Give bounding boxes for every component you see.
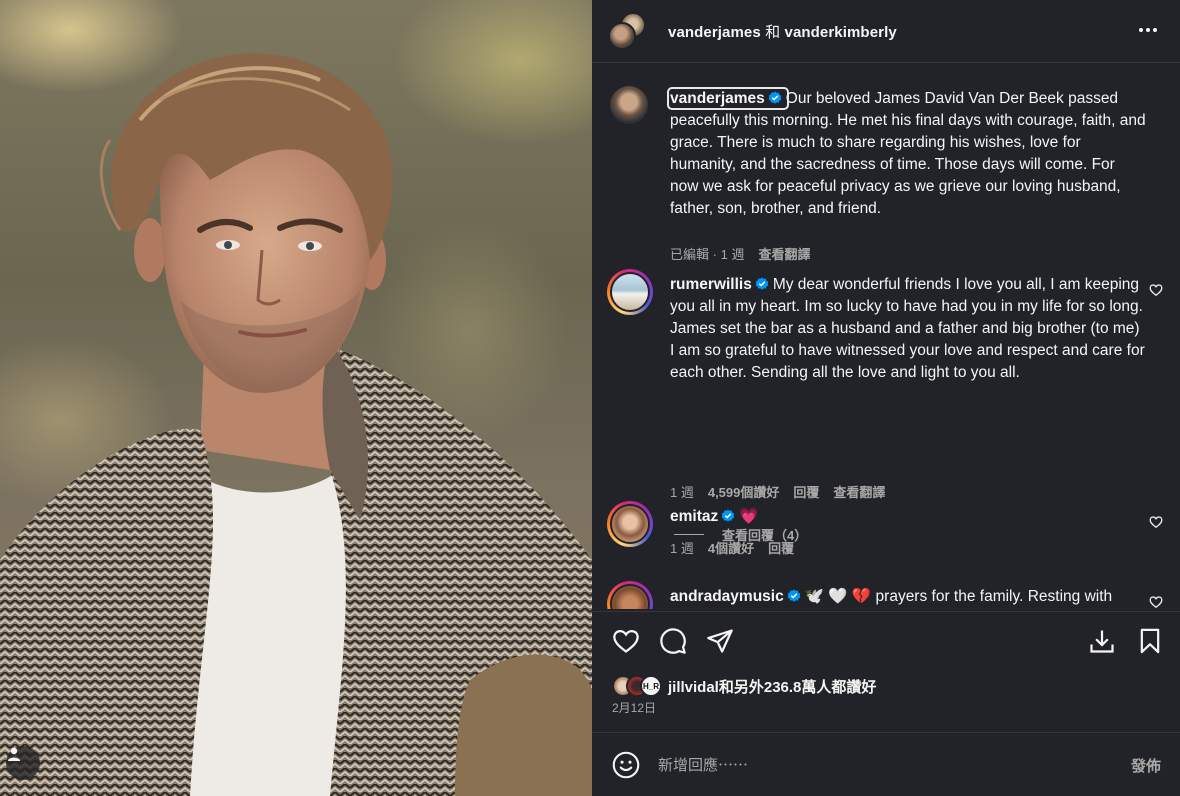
caption-text: Our beloved James David Van Der Beek pas… <box>670 90 1146 217</box>
translate-link[interactable]: 查看翻譯 <box>833 482 885 501</box>
post-header: vanderjames 和 vanderkimberly <box>592 0 1180 63</box>
comment-text-block: rumerwillis My dear wonderful friends I l… <box>670 274 1146 384</box>
comment-text-block: emitaz 💗 <box>670 506 1146 528</box>
comment-age: 1 週 <box>670 485 694 500</box>
verified-icon <box>721 509 735 522</box>
translate-link[interactable]: 查看翻譯 <box>758 244 810 263</box>
comment-username[interactable]: rumerwillis <box>670 276 752 293</box>
author-link-1[interactable]: vanderjames <box>668 24 761 41</box>
caption-edited-time: 已編輯 · 1 週 <box>670 247 745 262</box>
likes-text[interactable]: jillvidal和另外236.8萬人都讚好 <box>668 676 876 697</box>
comment-text: 💗 <box>739 508 759 525</box>
caption-username[interactable]: vanderjames <box>667 87 789 110</box>
avatar[interactable] <box>607 501 653 547</box>
bookmark-icon[interactable] <box>1136 627 1164 655</box>
action-bar <box>592 611 1180 669</box>
author-link-2[interactable]: vanderkimberly <box>785 24 897 41</box>
download-icon[interactable] <box>1088 627 1116 655</box>
comment-composer: 發佈 <box>592 732 1180 796</box>
like-comment-heart-icon[interactable] <box>1149 595 1163 609</box>
reply-button[interactable]: 回覆 <box>793 482 819 501</box>
comment-row: andradaymusic 🕊️ 🤍 💔 prayers for the fami… <box>592 580 1180 609</box>
post-date[interactable]: 2月12日 <box>612 699 656 716</box>
comment-likes[interactable]: 4,599個讚好 <box>708 482 780 501</box>
avatar <box>608 22 636 50</box>
verified-icon <box>755 277 769 290</box>
avatar[interactable] <box>607 581 653 609</box>
author-conjunction: 和 <box>765 24 781 41</box>
avatar: H_R <box>640 675 662 697</box>
like-comment-heart-icon[interactable] <box>1149 515 1163 529</box>
comment-text: 🕊️ 🤍 💔 prayers for the family. Resting w… <box>804 588 1113 605</box>
comments-list[interactable]: vanderjames Our beloved James David Van D… <box>592 64 1180 609</box>
verified-icon <box>787 589 801 602</box>
like-heart-icon[interactable] <box>612 627 640 655</box>
avatar[interactable] <box>607 269 653 315</box>
comment-input[interactable] <box>658 753 1078 777</box>
share-icon[interactable] <box>706 627 734 655</box>
comment-meta: 1 週 4,599個讚好 回覆 查看翻譯 <box>670 482 885 501</box>
user-tag-button[interactable] <box>6 746 40 780</box>
more-icon <box>1139 28 1143 32</box>
more-icon <box>1146 28 1150 32</box>
post-authors: vanderjames 和 vanderkimberly <box>668 21 897 42</box>
comment-likes[interactable]: 4個讚好 <box>708 538 754 557</box>
emoji-icon[interactable] <box>612 751 640 779</box>
user-tag-icon <box>8 747 20 761</box>
comment-icon[interactable] <box>659 627 687 655</box>
comment-age: 1 週 <box>670 541 694 556</box>
portrait-illustration <box>0 53 592 796</box>
post-button[interactable]: 發佈 <box>1131 755 1161 776</box>
verified-icon <box>768 91 782 104</box>
avatar[interactable] <box>610 86 648 124</box>
comment-meta: 1 週 4個讚好 回覆 <box>670 538 794 557</box>
more-icon <box>1153 28 1157 32</box>
caption-meta: 已編輯 · 1 週 查看翻譯 <box>670 244 810 263</box>
comment-username[interactable]: emitaz <box>670 508 718 525</box>
more-options-button[interactable] <box>1136 22 1160 38</box>
comment-text-block: andradaymusic 🕊️ 🤍 💔 prayers for the fami… <box>670 586 1146 608</box>
post-panel: vanderjames 和 vanderkimberly vanderjames… <box>592 0 1180 796</box>
reply-button[interactable]: 回覆 <box>768 538 794 557</box>
like-comment-heart-icon[interactable] <box>1149 283 1163 297</box>
collab-avatars[interactable] <box>608 12 648 52</box>
comment-username[interactable]: andradaymusic <box>670 588 784 605</box>
post-photo[interactable] <box>0 0 592 796</box>
comment-row: emitaz 💗 1 週 4個讚好 回覆 <box>592 500 1180 560</box>
likes-summary[interactable]: H_R jillvidal和另外236.8萬人都讚好 <box>612 673 876 699</box>
caption-row: vanderjames Our beloved James David Van D… <box>592 82 1180 262</box>
comment-row: rumerwillis My dear wonderful friends I l… <box>592 268 1180 543</box>
caption-text-block: vanderjames Our beloved James David Van D… <box>667 87 1146 220</box>
